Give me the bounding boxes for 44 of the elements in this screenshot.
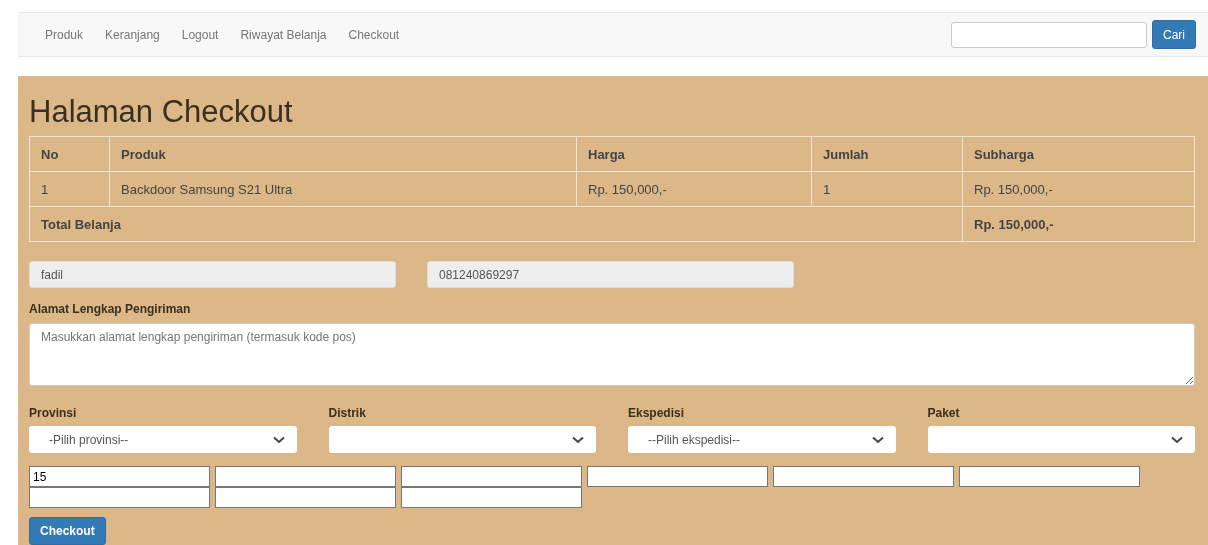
search-button[interactable]: Cari [1152, 20, 1196, 49]
page-title: Halaman Checkout [29, 93, 294, 131]
table-cell: Rp. 150,000,- [576, 171, 812, 207]
input-field[interactable] [29, 487, 210, 508]
total-label: Total Belanja [29, 206, 963, 242]
nav-link[interactable]: Riwayat Belanja [229, 27, 338, 42]
chevron-icon [272, 435, 285, 444]
nav-link[interactable]: Keranjang [94, 27, 171, 42]
table-cell: Backdoor Samsung S21 Ultra [109, 171, 577, 207]
field-label: Distrik [328, 406, 367, 420]
table-cell: Rp. 150,000,- [962, 171, 1195, 207]
table-cell: 1 [29, 171, 110, 207]
phone-field[interactable]: 081240869297 [427, 261, 794, 288]
field-label: Paket [927, 406, 961, 420]
chevron-icon [871, 435, 884, 444]
search-field[interactable] [951, 21, 1147, 48]
nav-link[interactable]: Produk [34, 27, 95, 42]
field-label: Ekspedisi [628, 406, 686, 420]
checkout-button[interactable]: Checkout [29, 517, 106, 545]
column-header: No [29, 136, 110, 172]
column-header: Subharga [962, 136, 1195, 172]
input-field[interactable] [401, 466, 582, 487]
dropdown[interactable]: --Pilih ekspedisi-- [628, 426, 896, 453]
nav-link[interactable]: Checkout [337, 27, 411, 42]
field-label: Alamat Lengkap Pengiriman [29, 302, 192, 316]
address-field[interactable]: Masukkan alamat lengkap pengiriman (termasuk kode pos) [29, 323, 1195, 386]
input-field[interactable] [587, 466, 768, 487]
input-field[interactable] [959, 466, 1140, 487]
column-header: Produk [109, 136, 577, 172]
input-field[interactable]: 15 [29, 466, 210, 487]
input-field[interactable] [401, 487, 582, 508]
dropdown[interactable]: -Pilih provinsi-- [29, 426, 297, 453]
column-header: Jumlah [811, 136, 963, 172]
total-value: Rp. 150,000,- [962, 206, 1195, 242]
table-cell: 1 [811, 171, 963, 207]
input-field[interactable] [773, 466, 954, 487]
input-field[interactable] [215, 487, 396, 508]
column-header: Harga [576, 136, 812, 172]
chevron-icon [1171, 435, 1183, 444]
field-label: Provinsi [29, 406, 78, 420]
chevron-icon [572, 435, 584, 444]
input-field[interactable] [215, 466, 396, 487]
nav-link[interactable]: Logout [170, 27, 230, 42]
name-field[interactable]: fadil [29, 261, 396, 288]
